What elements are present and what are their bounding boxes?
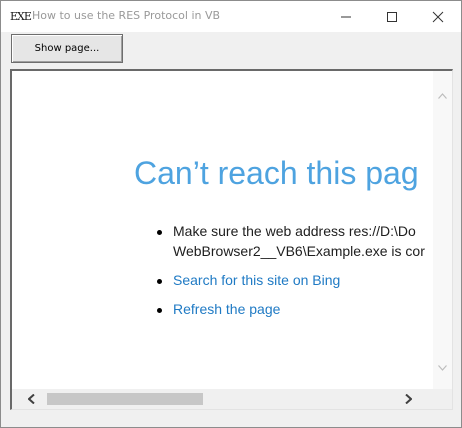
scroll-left-icon[interactable] — [28, 394, 35, 404]
list-item: Search for this site on Bing — [157, 270, 425, 290]
horizontal-scrollbar[interactable] — [12, 389, 433, 409]
web-browser-control[interactable]: Can’t reach this pag Make sure the web a… — [10, 69, 453, 410]
list-item: Refresh the page — [157, 299, 425, 319]
window-title: How to use the RES Protocol in VB — [32, 9, 221, 22]
maximize-icon — [387, 12, 397, 22]
vertical-scrollbar[interactable] — [433, 71, 452, 389]
suggestion-list: Make sure the web address res://D:\Do We… — [157, 221, 425, 319]
list-item: Make sure the web address res://D:\Do We… — [157, 221, 425, 261]
close-button[interactable] — [415, 1, 461, 32]
horizontal-scroll-thumb[interactable] — [47, 393, 203, 405]
error-heading: Can’t reach this pag — [134, 155, 419, 191]
show-page-button[interactable]: Show page... — [11, 34, 123, 63]
scrollbar-corner — [433, 389, 452, 409]
exe-app-icon: EXE — [10, 10, 32, 23]
maximize-button[interactable] — [369, 1, 415, 32]
minimize-icon — [341, 16, 351, 18]
minimize-button[interactable] — [323, 1, 369, 32]
scroll-down-icon[interactable] — [438, 365, 447, 371]
scroll-right-icon[interactable] — [405, 394, 412, 404]
app-window: EXE How to use the RES Protocol in VB Sh… — [0, 0, 462, 428]
address-hint-line-2: WebBrowser2__VB6\Example.exe is cor — [173, 243, 425, 259]
address-hint-line-1: Make sure the web address res://D:\Do — [173, 223, 416, 239]
scroll-up-icon[interactable] — [438, 93, 447, 99]
refresh-page-link[interactable]: Refresh the page — [173, 301, 280, 317]
search-bing-link[interactable]: Search for this site on Bing — [173, 272, 340, 288]
title-bar[interactable]: EXE How to use the RES Protocol in VB — [1, 1, 461, 32]
browser-content: Can’t reach this pag Make sure the web a… — [12, 71, 433, 389]
close-icon — [432, 11, 444, 23]
